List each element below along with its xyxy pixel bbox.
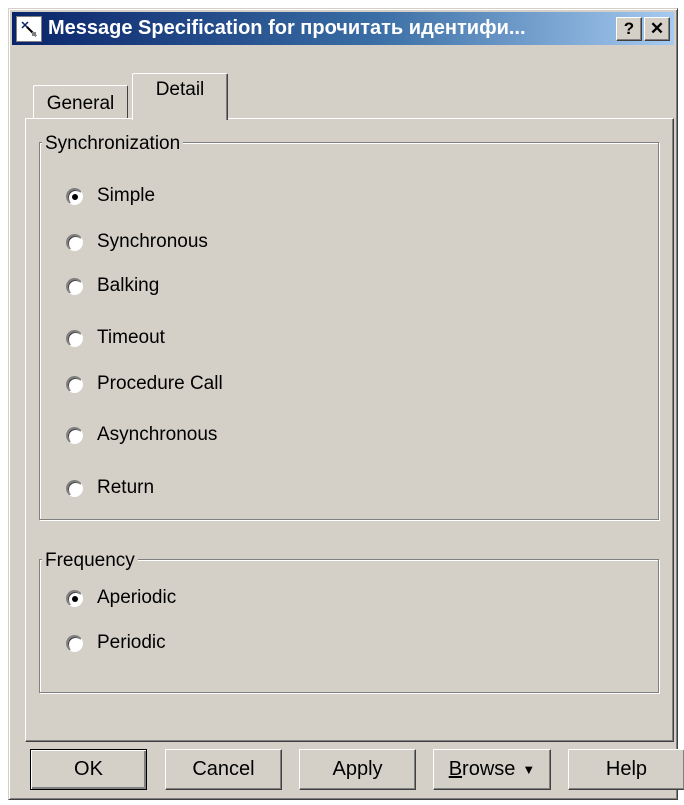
radio-periodic-label: Periodic — [97, 632, 166, 653]
radio-balking-label: Balking — [97, 275, 160, 296]
help-title-button[interactable]: ? — [616, 16, 642, 41]
synchronization-legend: Synchronization — [42, 133, 184, 155]
ok-button[interactable]: OK — [30, 749, 147, 790]
radio-aperiodic[interactable]: Aperiodic — [66, 587, 176, 609]
radio-simple[interactable]: Simple — [66, 185, 155, 207]
tab-general-label: General — [46, 93, 115, 114]
radio-procedure-call[interactable]: Procedure Call — [66, 373, 223, 395]
radio-procedure-call-circle[interactable] — [66, 375, 83, 393]
radio-simple-label: Simple — [97, 185, 156, 206]
radio-synchronous-label: Synchronous — [97, 231, 208, 252]
window-title: Message Specification for прочитать иден… — [48, 17, 526, 39]
radio-asynchronous[interactable]: Asynchronous — [66, 424, 217, 446]
radio-aperiodic-label: Aperiodic — [97, 587, 177, 608]
radio-periodic[interactable]: Periodic — [66, 632, 166, 654]
radio-selected-dot — [72, 595, 78, 602]
radio-return-label: Return — [97, 477, 155, 498]
radio-asynchronous-circle[interactable] — [66, 426, 83, 444]
radio-selected-dot — [72, 193, 78, 200]
radio-timeout-label: Timeout — [97, 327, 165, 348]
close-button[interactable]: ✕ — [644, 16, 670, 41]
tab-detail-label: Detail — [155, 79, 205, 100]
radio-balking[interactable]: Balking — [66, 275, 159, 297]
cancel-button[interactable]: Cancel — [165, 749, 282, 790]
dropdown-arrow-icon: ▼ — [522, 762, 536, 777]
radio-timeout[interactable]: Timeout — [66, 327, 165, 349]
radio-simple-circle[interactable] — [66, 187, 83, 205]
browse-label: rowse — [462, 758, 516, 780]
help-button[interactable]: Help — [568, 749, 684, 790]
radio-synchronous-circle[interactable] — [66, 233, 83, 251]
tab-detail[interactable]: Detail — [132, 73, 228, 120]
radio-procedure-call-label: Procedure Call — [97, 373, 223, 394]
title-bar[interactable]: Message Specification for прочитать иден… — [12, 12, 674, 45]
app-icon — [16, 15, 42, 42]
radio-periodic-circle[interactable] — [66, 634, 83, 652]
radio-asynchronous-label: Asynchronous — [97, 424, 218, 445]
radio-balking-circle[interactable] — [66, 277, 83, 295]
tab-general[interactable]: General — [33, 85, 128, 118]
browse-mnemonic: B — [448, 758, 463, 780]
radio-return-circle[interactable] — [66, 479, 83, 497]
radio-timeout-circle[interactable] — [66, 329, 83, 347]
radio-synchronous[interactable]: Synchronous — [66, 231, 208, 253]
radio-aperiodic-circle[interactable] — [66, 589, 83, 607]
browse-button[interactable]: Browse ▼ — [433, 749, 551, 790]
frequency-group — [39, 559, 659, 693]
radio-return[interactable]: Return — [66, 477, 154, 499]
apply-button[interactable]: Apply — [299, 749, 416, 790]
message-specification-dialog: Message Specification for прочитать иден… — [8, 8, 684, 800]
frequency-legend: Frequency — [42, 550, 138, 572]
close-icon: ✕ — [649, 18, 665, 38]
